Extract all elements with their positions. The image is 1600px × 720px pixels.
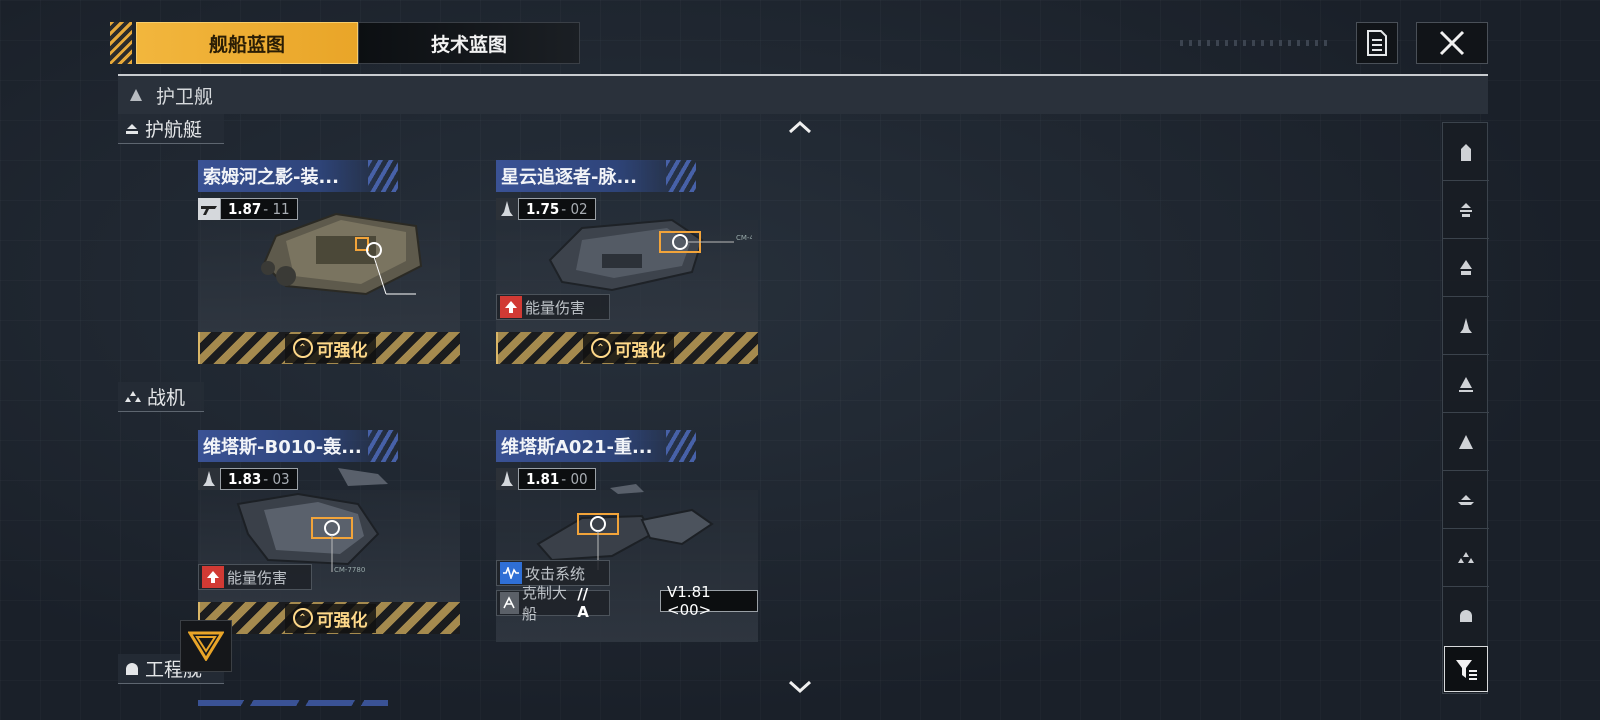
tab-tech-blueprints[interactable]: 技术蓝图 bbox=[358, 22, 580, 64]
counter-icon bbox=[500, 592, 519, 614]
engineering-icon bbox=[1460, 610, 1472, 622]
title-decoration bbox=[368, 430, 398, 462]
ship-image bbox=[261, 212, 423, 296]
ship-image: CM-7780 bbox=[236, 468, 388, 574]
upgrade-icon: ⌃ bbox=[590, 338, 611, 358]
battlecruiser-icon bbox=[1459, 434, 1473, 449]
upgrade-button[interactable]: ⌃ 可强化 bbox=[198, 332, 460, 364]
fighter-icon bbox=[125, 390, 141, 402]
scroll-up-icon[interactable] bbox=[788, 120, 812, 134]
energy-damage-icon bbox=[202, 566, 224, 588]
title-decoration bbox=[368, 160, 398, 192]
filter-all[interactable] bbox=[1443, 123, 1489, 181]
upgrade-icon: ⌃ bbox=[292, 338, 313, 358]
escort-icon bbox=[126, 123, 138, 134]
frigate-icon bbox=[130, 89, 142, 101]
ship-card[interactable]: 维塔斯-B010-轰... 1.83- 03 CM-7780 能量伤害 ⌃ 可强化 bbox=[198, 430, 460, 638]
section-fighter: 战机 bbox=[118, 382, 204, 412]
ship-card[interactable]: 维塔斯A021-重... 1.81- 00 攻击系统 克制大船 // A V1.… bbox=[496, 430, 758, 642]
fighter-icon bbox=[1458, 551, 1474, 563]
engineering-icon bbox=[126, 662, 138, 675]
upgrade-icon: ⌃ bbox=[292, 608, 313, 628]
category-bar[interactable]: 护卫舰 bbox=[118, 74, 1488, 114]
filter-cruiser[interactable] bbox=[1443, 355, 1489, 413]
close-icon bbox=[1439, 30, 1465, 56]
filter-fighter[interactable] bbox=[1443, 529, 1489, 587]
frigate-icon bbox=[1460, 259, 1472, 275]
section-escort: 护航艇 bbox=[118, 114, 224, 144]
ship-annotation: CM-4s1200 bbox=[736, 234, 752, 242]
filter-frigate[interactable] bbox=[1443, 239, 1489, 297]
version-badge: V1.81 <00> bbox=[660, 583, 758, 619]
destroyer-icon bbox=[198, 468, 220, 490]
filter-battlecruiser[interactable] bbox=[1443, 413, 1489, 471]
tab-stripe-decoration bbox=[110, 22, 132, 64]
escort-icon bbox=[1460, 202, 1472, 217]
upgrade-button[interactable]: ⌃ 可强化 bbox=[496, 332, 758, 364]
cruiser-icon bbox=[1459, 376, 1473, 392]
ship-card[interactable]: 索姆河之影-装... 1.87- 11 ⌃ 可强化 bbox=[198, 160, 460, 368]
next-card-edge bbox=[198, 700, 388, 706]
scroll-down-icon[interactable] bbox=[788, 680, 812, 694]
tab-ship-blueprints[interactable]: 舰船蓝图 bbox=[136, 22, 358, 64]
destroyer-icon bbox=[496, 198, 518, 220]
ship-annotation: CM-7780 bbox=[334, 566, 365, 574]
energy-damage-icon bbox=[500, 296, 522, 318]
upgrade-button[interactable]: ⌃ 可强化 bbox=[198, 602, 460, 634]
all-icon bbox=[1461, 143, 1471, 161]
carrier-icon bbox=[1458, 494, 1474, 505]
destroyer-icon bbox=[496, 468, 518, 490]
document-button[interactable] bbox=[1356, 22, 1398, 64]
title-decoration bbox=[666, 160, 696, 192]
damage-tag: 能量伤害 bbox=[496, 294, 610, 320]
filter-icon bbox=[1456, 660, 1477, 680]
attack-system-icon bbox=[500, 562, 522, 584]
ship-type-filter-column bbox=[1442, 122, 1489, 694]
filter-engineering[interactable] bbox=[1443, 587, 1489, 645]
close-button[interactable] bbox=[1416, 22, 1488, 64]
filter-carrier[interactable] bbox=[1443, 471, 1489, 529]
faction-icon bbox=[198, 198, 220, 220]
document-icon bbox=[1367, 30, 1387, 56]
category-label: 护卫舰 bbox=[156, 85, 214, 108]
filter-button[interactable] bbox=[1444, 646, 1488, 692]
ship-image: CM-4s1200 bbox=[548, 218, 752, 292]
title-decoration bbox=[666, 430, 696, 462]
filter-escort[interactable] bbox=[1443, 181, 1489, 239]
alliance-badge[interactable] bbox=[180, 620, 232, 672]
alliance-badge-icon bbox=[188, 631, 224, 661]
ship-card[interactable]: 星云追逐者-脉... 1.75- 02 CM-4s1200 能量伤害 ⌃可强化 bbox=[496, 160, 758, 368]
counter-tag: 克制大船 // A bbox=[496, 584, 610, 623]
header-decoration bbox=[1180, 40, 1330, 46]
damage-tag: 能量伤害 bbox=[198, 564, 312, 590]
filter-destroyer[interactable] bbox=[1443, 297, 1489, 355]
destroyer-icon bbox=[1460, 317, 1472, 333]
